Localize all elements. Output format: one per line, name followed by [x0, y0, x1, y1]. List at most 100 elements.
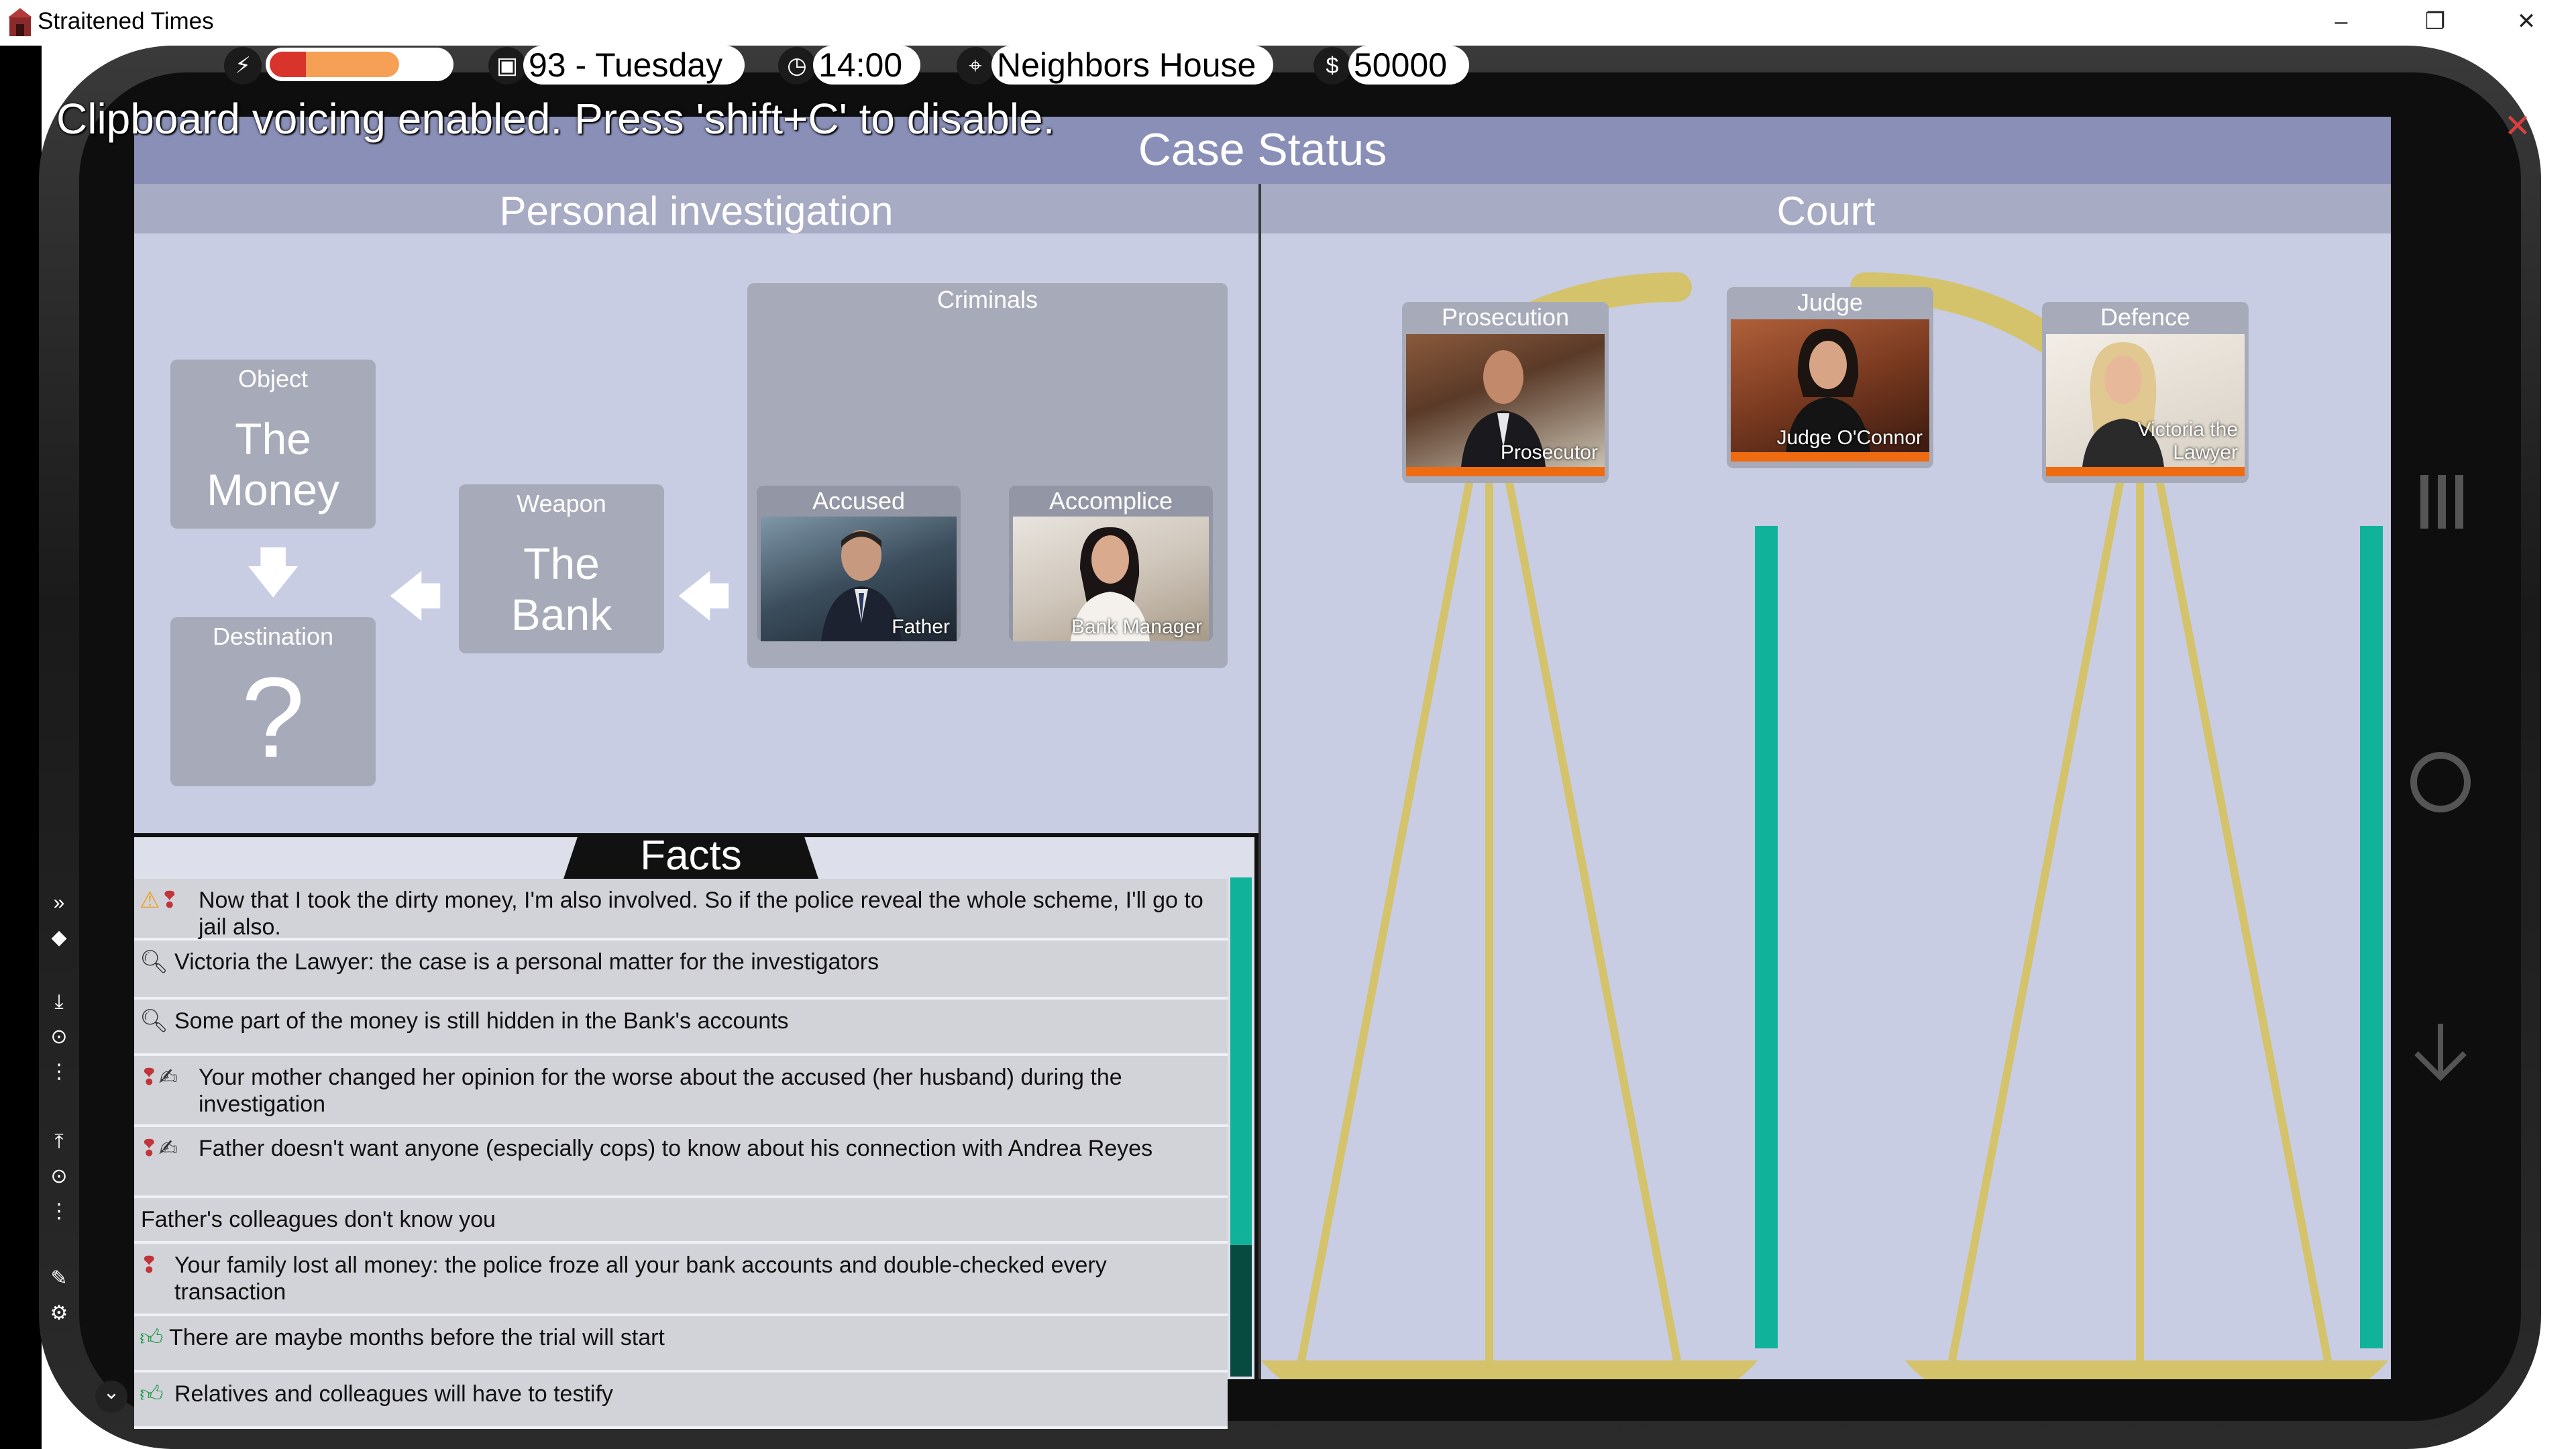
court-header: Court: [1261, 184, 2391, 233]
judge-card[interactable]: Judge Judge O'Connor: [1727, 287, 1933, 468]
app-icon: [8, 8, 32, 36]
fact-item[interactable]: ❢✍ Father doesn't want anyone (especiall…: [134, 1127, 1228, 1198]
money-display: 50000: [1348, 46, 1469, 85]
object-label: Object: [237, 365, 309, 392]
defence-name: Victoria the Lawyer: [2137, 419, 2238, 464]
fact-item[interactable]: ⚠❢ Now that I took the dirty money, I'm …: [134, 879, 1228, 941]
restore-button[interactable]: ❐: [2395, 0, 2475, 46]
defence-portrait: Victoria the Lawyer: [2046, 334, 2245, 467]
location-display: Neighbors House: [991, 46, 1273, 85]
destination-value: ?: [241, 654, 305, 782]
energy-icon: ⚡: [224, 47, 262, 85]
left-arrow-icon: 🡄: [387, 567, 443, 627]
thumbs-up-down-icon: 👍︎: [140, 1381, 164, 1407]
fact-item[interactable]: 👍︎ Relatives and colleagues will have to…: [134, 1373, 1228, 1429]
defence-label: Defence: [2100, 303, 2191, 331]
prosecution-card[interactable]: Prosecution Prosecutor: [1402, 302, 1609, 483]
window-titlebar: Straitened Times – ❐ ✕: [0, 0, 2576, 46]
fact-item[interactable]: 👍︎ There are maybe months before the tri…: [134, 1316, 1228, 1373]
facts-scrollbar-thumb[interactable]: [1230, 877, 1252, 1245]
warning-icon: ⚠❢: [140, 888, 179, 913]
skip-icon[interactable]: »: [47, 891, 71, 915]
load-icon[interactable]: ⤒: [47, 1130, 71, 1154]
magnifier-icon: 🔍︎: [140, 1008, 169, 1034]
save-slots-icon[interactable]: ⋮: [47, 1060, 71, 1084]
quick-load-icon[interactable]: ⊙: [47, 1165, 71, 1189]
prosecutor-portrait: Prosecutor: [1406, 334, 1605, 467]
accomplice-portrait: Bank Manager: [1013, 517, 1209, 641]
accused-name: Father: [892, 616, 950, 638]
thumbs-up-icon: 👍︎: [140, 1325, 164, 1350]
fact-item[interactable]: ❢✍ Your mother changed her opinion for t…: [134, 1056, 1228, 1127]
window-title: Straitened Times: [38, 8, 214, 34]
judge-portrait: Judge O'Connor: [1731, 319, 1929, 452]
clock-icon: ◷: [778, 47, 816, 85]
energy-bar: [266, 48, 453, 81]
accused-portrait: Father: [761, 517, 957, 641]
left-edge: [0, 46, 42, 1449]
fact-item[interactable]: Father's colleagues don't know you: [134, 1198, 1228, 1244]
time-display: 14:00: [813, 46, 920, 85]
chevron-down-icon[interactable]: ⌄: [95, 1381, 127, 1413]
destination-card[interactable]: Destination ?: [170, 617, 376, 786]
facts-title: Facts: [640, 833, 742, 879]
facts-tab: Facts: [564, 833, 818, 879]
calendar-icon: ▣: [488, 47, 526, 85]
thumbs-down-note-icon: ❢✍: [140, 1136, 178, 1161]
load-slots-icon[interactable]: ⋮: [47, 1199, 71, 1224]
accomplice-name: Bank Manager: [1071, 616, 1202, 638]
object-value: The Money: [206, 414, 340, 515]
weapon-card[interactable]: Weapon The Bank: [459, 484, 664, 653]
prosecution-label: Prosecution: [1441, 303, 1570, 331]
accomplice-card[interactable]: Accomplice Bank Manager: [1009, 486, 1213, 641]
game-viewport: » ◆ ⤓ ⊙ ⋮ ⤒ ⊙ ⋮ ✎ ⚙ ⌄ ⚡ ▣ 93 - Tuesday ◷…: [0, 46, 2576, 1449]
judge-name: Judge O'Connor: [1776, 427, 1923, 449]
day-display: 93 - Tuesday: [523, 46, 745, 85]
criminals-box: Criminals Accused Father Accomplice Bank…: [747, 283, 1228, 668]
facts-scrollbar[interactable]: [1230, 877, 1252, 1377]
magnifier-icon: 🔍︎: [140, 949, 169, 975]
settings-gear-icon[interactable]: ⚙: [47, 1301, 71, 1326]
auto-icon[interactable]: ◆: [47, 926, 71, 950]
facts-box: Facts ⚠❢ Now that I took the dirty money…: [134, 833, 1258, 1429]
weapon-value: The Bank: [511, 539, 612, 639]
weapon-label: Weapon: [517, 490, 606, 517]
investigation-title: Personal investigation: [499, 189, 894, 233]
accomplice-label: Accomplice: [1049, 487, 1173, 515]
judge-label: Judge: [1796, 288, 1864, 316]
recent-apps-icon[interactable]: [2415, 462, 2469, 542]
money-icon: $: [1313, 47, 1351, 85]
history-icon[interactable]: ✎: [47, 1267, 71, 1291]
object-card[interactable]: Object The Money: [170, 360, 376, 529]
panel-close-icon[interactable]: ✕: [2501, 110, 2534, 144]
clipboard-notice: Clipboard voicing enabled. Press 'shift+…: [56, 95, 1055, 143]
quick-save-icon[interactable]: ⊙: [47, 1025, 71, 1049]
prosecutor-name: Prosecutor: [1500, 441, 1598, 464]
accused-label: Accused: [812, 487, 906, 515]
save-icon[interactable]: ⤓: [47, 990, 71, 1014]
fact-item[interactable]: ❢ Your family lost all money: the police…: [134, 1244, 1228, 1316]
home-icon[interactable]: [2406, 747, 2475, 817]
defence-strength-bar: [2360, 526, 2383, 1348]
side-toolbar: » ◆ ⤓ ⊙ ⋮ ⤒ ⊙ ⋮ ✎ ⚙ ⌄: [42, 891, 127, 1414]
thumbs-down-note-icon: ❢✍: [140, 1065, 178, 1090]
energy-bar-fill: [270, 52, 399, 77]
case-status-panel: Case Status Personal investigation Court…: [134, 117, 2391, 1429]
prosecution-orange-bar: [1406, 467, 1605, 476]
court-title: Court: [1776, 189, 1876, 233]
minimize-button[interactable]: –: [2301, 0, 2381, 46]
accused-card[interactable]: Accused Father: [757, 486, 961, 641]
down-arrow-icon: 🡇: [246, 543, 301, 602]
judge-orange-bar: [1731, 452, 1929, 462]
back-arrow-icon[interactable]: [2408, 1018, 2473, 1083]
defence-orange-bar: [2046, 467, 2245, 476]
left-arrow-icon: 🡄: [676, 567, 732, 627]
fact-item[interactable]: 🔍︎ Some part of the money is still hidde…: [134, 1000, 1228, 1056]
criminals-label: Criminals: [936, 286, 1038, 313]
defence-card[interactable]: Defence Victoria the Lawyer: [2042, 302, 2249, 483]
destination-label: Destination: [212, 623, 334, 650]
fact-item[interactable]: 🔍︎ Victoria the Lawyer: the case is a pe…: [134, 941, 1228, 1000]
prosecution-strength-bar: [1755, 526, 1778, 1348]
thumbs-down-icon: ❢: [140, 1252, 159, 1278]
close-window-button[interactable]: ✕: [2486, 0, 2567, 46]
